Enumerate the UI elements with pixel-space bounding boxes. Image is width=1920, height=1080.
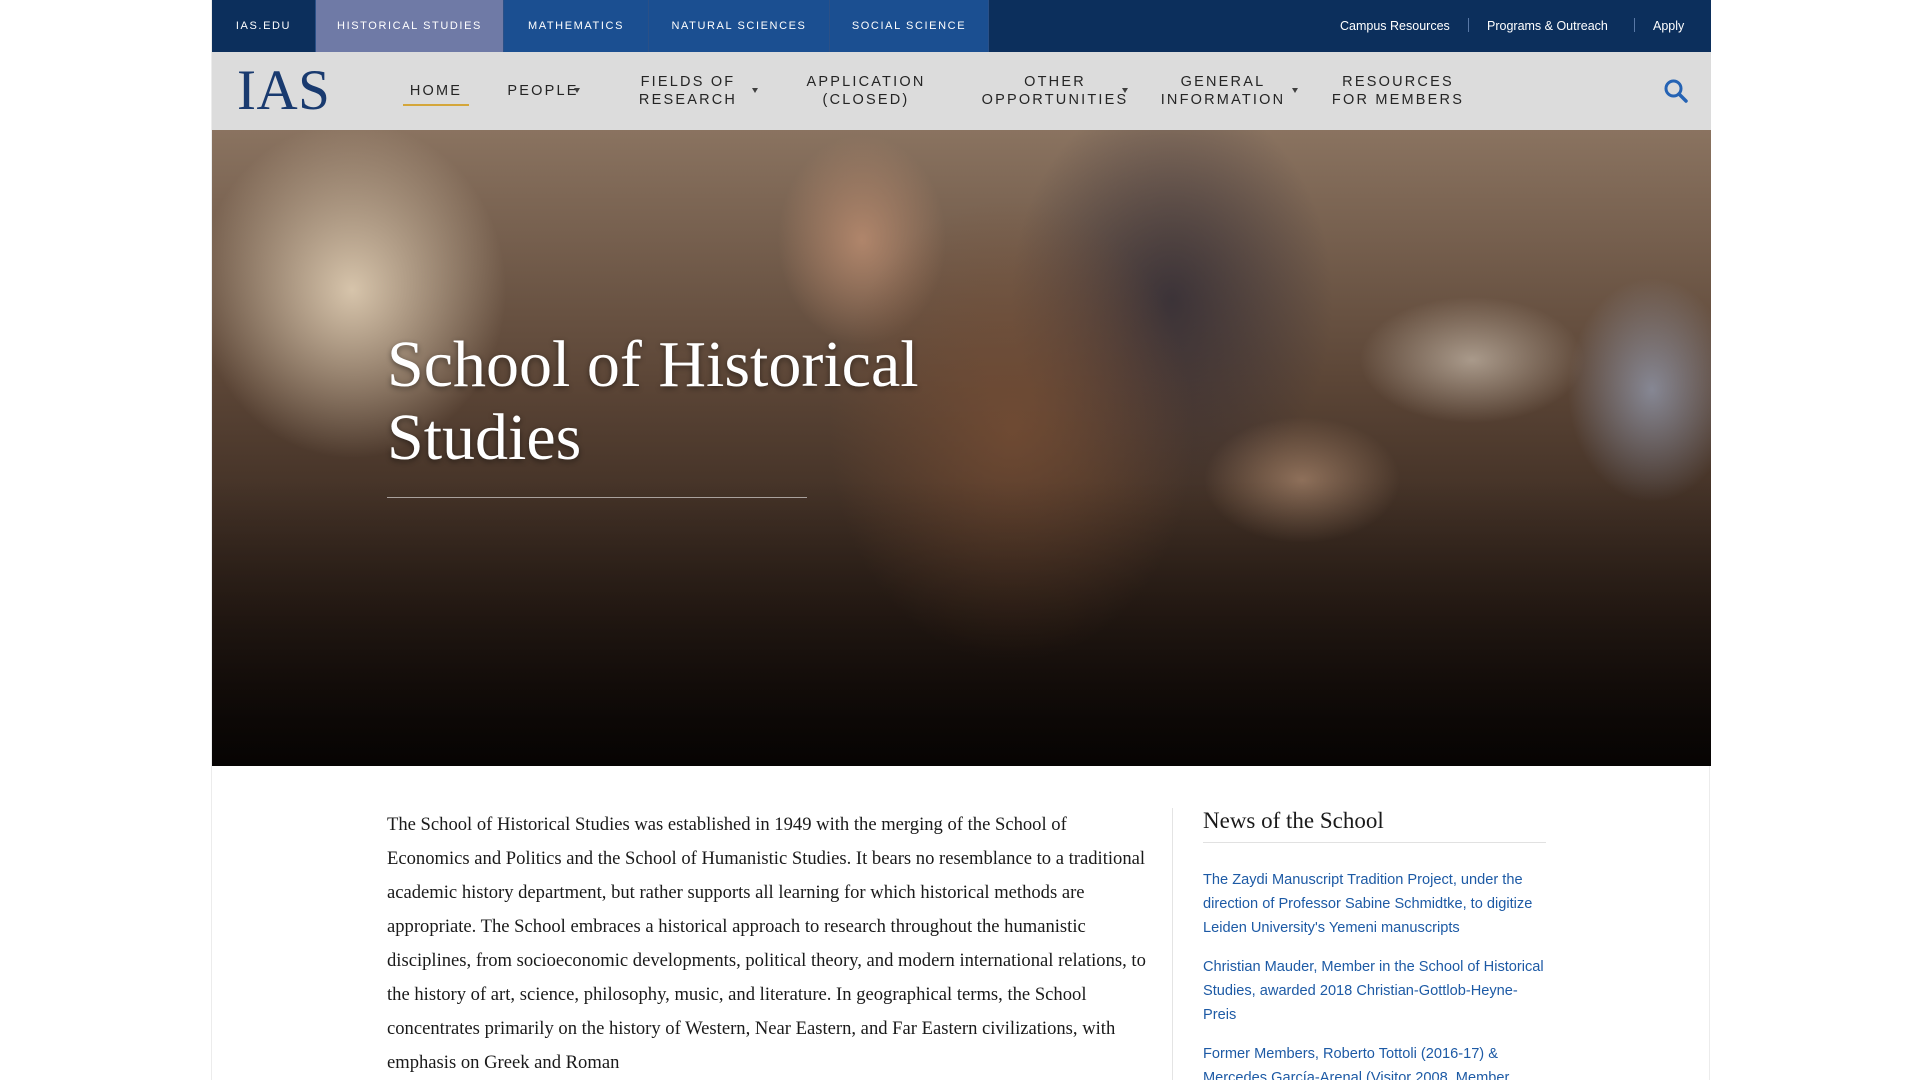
utility-divider — [1468, 18, 1469, 32]
nav-label-line2: RESEARCH — [638, 92, 738, 108]
nav-application[interactable]: APPLICATION (CLOSED) — [801, 52, 931, 130]
news-link[interactable]: The Zaydi Manuscript Tradition Project, … — [1203, 868, 1546, 940]
news-heading: News of the School — [1203, 808, 1546, 843]
nav-label-line1: OTHER — [1024, 74, 1086, 90]
news-sidebar: News of the School The Zaydi Manuscript … — [1172, 808, 1546, 1080]
ias-logo[interactable]: IAS — [237, 61, 330, 121]
intro-paragraph: The School of Historical Studies was est… — [387, 814, 1146, 1073]
nav-label-line1: FIELDS OF — [640, 74, 736, 90]
campus-resources-link[interactable]: Campus Resources — [1340, 0, 1450, 52]
chevron-down-icon[interactable] — [1122, 88, 1128, 93]
utility-divider — [1634, 18, 1635, 32]
nav-people-label: PEOPLE — [507, 83, 579, 99]
programs-outreach-link[interactable]: Programs & Outreach — [1487, 0, 1608, 52]
nav-home-label: HOME — [409, 83, 463, 99]
nav-label-line2: (CLOSED) — [822, 92, 910, 108]
active-indicator — [403, 104, 469, 106]
page: IAS.EDU HISTORICAL STUDIES MATHEMATICS N… — [211, 0, 1711, 1080]
nav-fields-of-research[interactable]: FIELDS OF RESEARCH — [624, 52, 752, 130]
nav-resources-for-members[interactable]: RESOURCES FOR MEMBERS — [1332, 52, 1464, 130]
tab-mathematics[interactable]: MATHEMATICS — [504, 0, 649, 52]
chevron-down-icon[interactable] — [1292, 88, 1298, 93]
title-divider — [387, 497, 807, 498]
news-list: The Zaydi Manuscript Tradition Project, … — [1203, 868, 1544, 1080]
nav-general-information[interactable]: GENERAL INFORMATION — [1160, 52, 1286, 130]
news-link[interactable]: Christian Mauder, Member in the School o… — [1203, 955, 1546, 1027]
news-link[interactable]: Former Members, Roberto Tottoli (2016-17… — [1203, 1042, 1546, 1080]
tab-ias-edu[interactable]: IAS.EDU — [212, 0, 316, 52]
nav-people[interactable]: PEOPLE — [502, 52, 584, 130]
apply-link[interactable]: Apply — [1653, 0, 1684, 52]
main-nav: IAS HOME PEOPLE FIELDS OF RESEARCH APPLI… — [212, 52, 1711, 130]
chevron-down-icon[interactable] — [752, 88, 758, 93]
tab-natural-sciences[interactable]: NATURAL SCIENCES — [649, 0, 830, 52]
page-title: School of Historical Studies — [387, 328, 919, 474]
nav-label-line1: APPLICATION — [806, 74, 926, 90]
hero-banner: School of Historical Studies — [212, 130, 1711, 766]
nav-home[interactable]: HOME — [403, 52, 469, 130]
nav-label-line1: RESOURCES — [1342, 74, 1454, 90]
nav-label-line1: GENERAL — [1180, 74, 1266, 90]
nav-label-line2: OPPORTUNITIES — [981, 92, 1129, 108]
nav-label-line2: INFORMATION — [1160, 92, 1286, 108]
nav-other-opportunities[interactable]: OTHER OPPORTUNITIES — [976, 52, 1134, 130]
tab-historical-studies[interactable]: HISTORICAL STUDIES — [316, 0, 504, 52]
tab-social-science[interactable]: SOCIAL SCIENCE — [830, 0, 989, 52]
schools-bar: IAS.EDU HISTORICAL STUDIES MATHEMATICS N… — [212, 0, 1711, 52]
nav-label-line2: FOR MEMBERS — [1331, 92, 1465, 108]
chevron-down-icon[interactable] — [574, 88, 580, 93]
search-icon[interactable] — [1663, 78, 1689, 104]
